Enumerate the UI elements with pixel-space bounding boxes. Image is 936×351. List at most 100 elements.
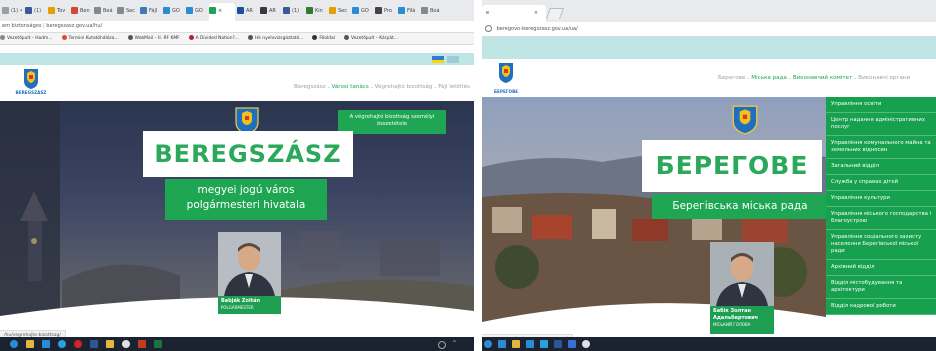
chevron-up-icon[interactable]: ^ — [452, 341, 457, 347]
folder-icon[interactable] — [106, 340, 114, 348]
edge-icon[interactable] — [10, 340, 18, 348]
chrome-icon[interactable] — [582, 340, 590, 348]
browser-tab[interactable]: GO — [186, 3, 207, 19]
browser-tab[interactable]: Sec — [329, 3, 350, 19]
nav-item[interactable]: Fájl letöltés — [438, 84, 470, 90]
department-menu-item[interactable]: Управління культури — [826, 191, 936, 207]
department-menu-item[interactable]: Відділ містобудування та архітектури — [826, 276, 936, 299]
security-indicator[interactable]: em biztonságos — [2, 23, 41, 29]
file-explorer-icon[interactable] — [512, 340, 520, 348]
store-icon[interactable] — [526, 340, 534, 348]
bookmark-item[interactable]: Vezetőpult – Hodm... — [0, 33, 53, 44]
tab-favicon-icon — [117, 7, 124, 14]
browser-tab[interactable]: GO — [163, 3, 184, 19]
nav-item[interactable]: Берегове — [718, 75, 745, 81]
bookmark-item[interactable]: Hk nyelvvizsgáztató... — [248, 33, 303, 44]
coat-of-arms-icon — [499, 63, 513, 83]
executive-committee-notice-link[interactable]: A végrehajtó bizottság személyi összetét… — [338, 110, 446, 134]
browser-tab[interactable]: (1) — [283, 3, 304, 19]
department-menu-item[interactable]: Центр надання адміністративних послуг — [826, 113, 936, 136]
tab-favicon-icon — [375, 7, 382, 14]
browser-tab[interactable]: (1) • — [2, 3, 23, 19]
tab-label: AR — [246, 8, 253, 14]
department-menu-item[interactable]: Служба у справах дітей — [826, 175, 936, 191]
address-bar[interactable]: em biztonságos | beregszasz.gov.ua/hu/ — [0, 21, 474, 33]
mayor-name-line-1: Бабік Золтан — [713, 308, 751, 314]
bookmark-icon — [61, 35, 67, 40]
browser-tab[interactable]: AR — [260, 3, 281, 19]
nav-item[interactable]: Міська рада — [751, 75, 787, 81]
people-icon[interactable] — [438, 341, 446, 349]
bookmark-item[interactable]: Vezetőpult – Kárpát... — [343, 33, 398, 44]
photos-icon[interactable] — [568, 340, 576, 348]
city-logo[interactable]: BEREGSZÁSZ — [16, 67, 46, 99]
browser-tab[interactable]: (1) — [25, 3, 46, 19]
powerpoint-icon[interactable] — [138, 340, 146, 348]
file-explorer-icon[interactable] — [26, 340, 34, 348]
department-menu-item[interactable]: Управління міського господарства і благо… — [826, 207, 936, 230]
tab-favicon-icon — [71, 7, 78, 14]
edge-icon[interactable] — [484, 340, 492, 348]
browser-tab[interactable]: Ben — [71, 3, 92, 19]
browser-tab[interactable]: × — [209, 3, 235, 21]
browser-tab[interactable]: Kin — [306, 3, 327, 19]
url-text-right[interactable]: beregovo-beregszasz.gov.ua/ua/ — [497, 26, 578, 32]
word-icon[interactable] — [90, 340, 98, 348]
close-tab-icon[interactable]: × — [534, 5, 538, 21]
tab-active[interactable]: e × — [482, 5, 546, 22]
mayor-name: Babják Zoltán — [221, 298, 261, 304]
mayor-card[interactable]: Babják Zoltán POLGÁRMESTER — [218, 232, 281, 314]
bookmark-item[interactable]: A Divided Nation?... — [188, 33, 240, 44]
nav-item[interactable]: Виконавчий комітет — [793, 75, 853, 81]
url-text[interactable]: beregszasz.gov.ua/hu/ — [46, 23, 102, 29]
department-menu-item[interactable]: Управління соціального захисту населення… — [826, 230, 936, 260]
opera-icon[interactable] — [74, 340, 82, 348]
mayor-card-right[interactable]: Бабік Золтан Адальбертович МІСЬКИЙ ГОЛОВ… — [710, 242, 774, 334]
browser-tab[interactable]: Boá — [421, 3, 442, 19]
tab-label: GO — [172, 8, 180, 14]
nav-item[interactable]: Végrehajtó bizottság — [375, 84, 433, 90]
mail-icon[interactable] — [540, 340, 548, 348]
store-icon[interactable] — [42, 340, 50, 348]
browser-tab[interactable]: Fájl — [140, 3, 161, 19]
city-logo-right[interactable]: БЕРЕГОВЕ — [490, 61, 522, 95]
department-menu-item[interactable]: Загальний відділ — [826, 159, 936, 175]
browser-tab[interactable]: Beá — [94, 3, 115, 19]
tab-favicon-icon — [237, 7, 244, 14]
browser-tab[interactable]: Pro — [375, 3, 396, 19]
bookmark-item[interactable]: Termini Kutatóhálóza... — [61, 33, 119, 44]
excel-icon[interactable] — [154, 340, 162, 348]
nav-item[interactable]: Városi tanács — [331, 84, 368, 90]
bookmark-item[interactable]: WebMail – II. RF KMF — [127, 33, 180, 44]
department-menu-item[interactable]: Управління комунального майна та земельн… — [826, 136, 936, 159]
browser-tab[interactable]: Sec — [117, 3, 138, 19]
info-icon[interactable] — [485, 25, 492, 32]
right-browser-window: e × beregovo-beregszasz.gov.ua/ua/ БЕРЕГ… — [482, 0, 936, 351]
browser-tab[interactable]: Tov — [48, 3, 69, 19]
nav-item[interactable]: Виконавчі органи — [858, 75, 910, 81]
bookmark-label: A Divided Nation?... — [195, 36, 240, 41]
chrome-icon[interactable] — [122, 340, 130, 348]
department-menu-item[interactable]: Відділ кадрової роботи — [826, 299, 936, 315]
tab-favicon-icon — [25, 7, 32, 14]
ie-icon[interactable] — [498, 340, 506, 348]
hero-photo-right — [482, 97, 826, 343]
nav-item[interactable]: Beregszász — [294, 84, 326, 90]
address-bar-right[interactable]: beregovo-beregszasz.gov.ua/ua/ — [482, 22, 936, 37]
taskbar-right — [482, 337, 936, 351]
mayor-photo-right — [710, 242, 774, 306]
bookmark-item[interactable]: Főoldal — [312, 33, 335, 44]
bookmark-icon — [0, 35, 5, 40]
language-flag[interactable]: HU — [432, 56, 444, 63]
department-menu-item[interactable]: Управління освіти — [826, 97, 936, 113]
word-icon[interactable] — [554, 340, 562, 348]
skype-icon[interactable] — [58, 340, 66, 348]
department-menu-item[interactable]: Архівний відділ — [826, 260, 936, 276]
browser-tab[interactable]: Filá — [398, 3, 419, 19]
language-switch[interactable] — [447, 56, 459, 63]
browser-tab[interactable]: AR — [237, 3, 258, 19]
tab-label: (1) — [34, 8, 42, 14]
browser-tab[interactable]: GO — [352, 3, 373, 19]
tab-label: (1) • — [11, 8, 23, 14]
new-tab-button[interactable] — [545, 8, 565, 19]
